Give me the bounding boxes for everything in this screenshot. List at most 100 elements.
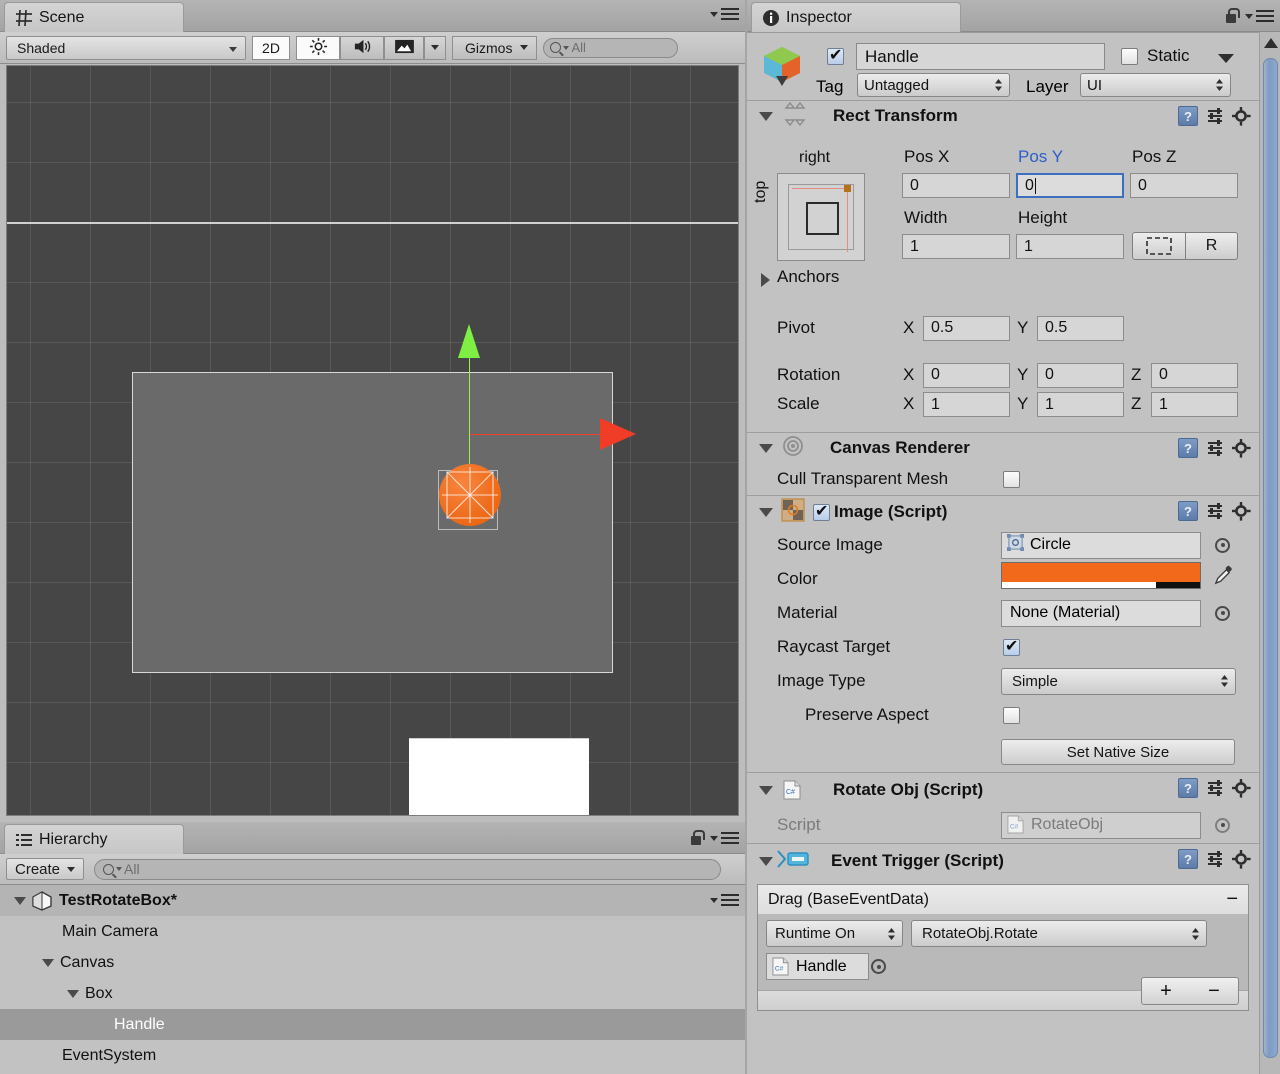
- rotation-y-input[interactable]: 0: [1037, 362, 1124, 388]
- set-native-size-button[interactable]: Set Native Size: [1001, 739, 1235, 765]
- scene-panel-menu[interactable]: [710, 8, 739, 20]
- preserve-aspect-checkbox[interactable]: [1003, 706, 1020, 724]
- help-icon[interactable]: ?: [1178, 106, 1198, 126]
- event-trigger-header[interactable]: Event Trigger (Script) ?: [747, 844, 1259, 878]
- help-icon[interactable]: ?: [1178, 849, 1198, 869]
- target-picker-icon[interactable]: [871, 959, 886, 974]
- source-image-objectfield[interactable]: Circle: [1001, 531, 1201, 559]
- scale-x-input[interactable]: 1: [923, 392, 1010, 417]
- foldout-icon[interactable]: [759, 785, 773, 795]
- foldout-icon[interactable]: [759, 443, 773, 453]
- help-icon[interactable]: ?: [1178, 778, 1198, 798]
- add-event-button[interactable]: +: [1142, 978, 1190, 1004]
- color-swatch[interactable]: [1001, 562, 1201, 589]
- cull-transparent-mesh-checkbox[interactable]: [1003, 470, 1020, 488]
- gear-icon[interactable]: [1232, 438, 1251, 458]
- lock-icon[interactable]: [1224, 8, 1240, 24]
- draw-mode-dropdown[interactable]: Shaded: [6, 35, 246, 60]
- foldout-icon[interactable]: [759, 856, 773, 866]
- x-axis-arrow[interactable]: [600, 418, 636, 450]
- pos-z-input[interactable]: 0: [1130, 173, 1238, 198]
- inspector-panel-menu[interactable]: [1224, 8, 1274, 24]
- remove-event-button[interactable]: −: [1190, 978, 1238, 1004]
- foldout-icon[interactable]: [759, 507, 773, 517]
- hierarchy-scene-row[interactable]: TestRotateBox*: [0, 885, 745, 916]
- toggle-2d[interactable]: 2D: [252, 35, 290, 60]
- anchors-foldout-icon[interactable]: [761, 273, 770, 287]
- raycast-target-checkbox[interactable]: [1003, 636, 1020, 656]
- gear-icon[interactable]: [1232, 106, 1251, 126]
- preset-icon[interactable]: [1206, 107, 1224, 125]
- object-name-input[interactable]: Handle: [856, 43, 1105, 70]
- canvas-renderer-header[interactable]: Canvas Renderer ?: [747, 433, 1259, 463]
- toggle-lighting[interactable]: [296, 35, 340, 60]
- raw-edit-button[interactable]: R: [1186, 232, 1238, 260]
- gear-icon[interactable]: [1232, 501, 1251, 521]
- canvas-rect-gizmo[interactable]: [132, 372, 613, 815]
- runtime-mode-dropdown[interactable]: Runtime On: [766, 920, 903, 947]
- event-entry-header[interactable]: Drag (BaseEventData) −: [758, 885, 1248, 914]
- scene-row-menu[interactable]: [710, 894, 739, 906]
- help-icon[interactable]: ?: [1178, 438, 1198, 458]
- rect-transform-header[interactable]: Rect Transform ?: [747, 101, 1259, 131]
- scroll-up-arrow-icon[interactable]: [1264, 38, 1278, 48]
- toggle-fx[interactable]: [384, 35, 424, 60]
- preset-icon[interactable]: [1206, 502, 1224, 520]
- hierarchy-item-box[interactable]: Box: [0, 978, 745, 1009]
- gear-icon[interactable]: [1232, 778, 1251, 798]
- toggle-audio[interactable]: [340, 35, 384, 60]
- width-input[interactable]: 1: [902, 234, 1010, 259]
- foldout-icon[interactable]: [14, 896, 26, 905]
- pos-y-input[interactable]: 0: [1016, 173, 1124, 198]
- hierarchy-panel-menu[interactable]: [689, 830, 739, 846]
- tab-hierarchy[interactable]: Hierarchy: [4, 824, 184, 854]
- object-enabled-checkbox[interactable]: [827, 45, 844, 65]
- pos-x-input[interactable]: 0: [902, 173, 1010, 198]
- tag-dropdown[interactable]: Untagged: [857, 73, 1010, 97]
- source-image-picker-icon[interactable]: [1215, 537, 1230, 553]
- target-objectfield[interactable]: C# Handle: [766, 953, 869, 980]
- box-object[interactable]: [409, 738, 589, 815]
- y-axis-arrow[interactable]: [458, 324, 480, 358]
- scrollbar-thumb[interactable]: [1263, 58, 1278, 1058]
- tab-scene[interactable]: Scene: [4, 2, 184, 32]
- rotation-x-input[interactable]: 0: [923, 362, 1010, 388]
- eyedropper-icon[interactable]: [1213, 565, 1234, 590]
- preset-icon[interactable]: [1206, 850, 1224, 868]
- hierarchy-item-eventsystem[interactable]: EventSystem: [0, 1040, 745, 1071]
- layer-dropdown[interactable]: UI: [1080, 73, 1231, 97]
- scene-search-input[interactable]: All: [543, 37, 679, 58]
- material-objectfield[interactable]: None (Material): [1001, 599, 1201, 627]
- rotate-obj-header[interactable]: C# Rotate Obj (Script) ?: [747, 773, 1259, 807]
- scale-z-input[interactable]: 1: [1151, 392, 1238, 417]
- hierarchy-item-main-camera[interactable]: Main Camera: [0, 916, 745, 947]
- remove-entry-button[interactable]: −: [1226, 888, 1238, 911]
- image-enabled-checkbox[interactable]: [813, 501, 830, 521]
- fx-dropdown[interactable]: [424, 35, 446, 60]
- scale-y-input[interactable]: 1: [1037, 392, 1124, 417]
- scene-viewport[interactable]: [6, 65, 739, 816]
- static-checkbox[interactable]: [1121, 48, 1138, 65]
- hierarchy-item-canvas[interactable]: Canvas: [0, 947, 745, 978]
- preset-icon[interactable]: [1206, 779, 1224, 797]
- pivot-x-input[interactable]: 0.5: [923, 315, 1010, 341]
- inspector-scrollbar[interactable]: [1259, 32, 1280, 1074]
- pivot-y-input[interactable]: 0.5: [1037, 315, 1124, 341]
- foldout-icon[interactable]: [42, 958, 54, 967]
- rotation-z-input[interactable]: 0: [1151, 362, 1238, 388]
- handle-object[interactable]: [439, 464, 501, 526]
- foldout-icon[interactable]: [67, 989, 79, 998]
- anchor-preset-widget[interactable]: [777, 173, 865, 261]
- help-icon[interactable]: ?: [1178, 501, 1198, 521]
- lock-icon[interactable]: [689, 830, 705, 846]
- blueprint-mode-button[interactable]: [1132, 232, 1186, 260]
- tab-inspector[interactable]: Inspector: [751, 2, 961, 32]
- height-input[interactable]: 1: [1016, 234, 1124, 259]
- hierarchy-item-handle[interactable]: Handle: [0, 1009, 745, 1040]
- material-picker-icon[interactable]: [1215, 605, 1230, 621]
- foldout-icon[interactable]: [759, 111, 773, 121]
- function-dropdown[interactable]: RotateObj.Rotate: [911, 920, 1207, 947]
- create-button[interactable]: Create: [6, 858, 85, 880]
- static-dropdown-icon[interactable]: [1218, 54, 1234, 63]
- image-script-header[interactable]: Image (Script) ?: [747, 496, 1259, 528]
